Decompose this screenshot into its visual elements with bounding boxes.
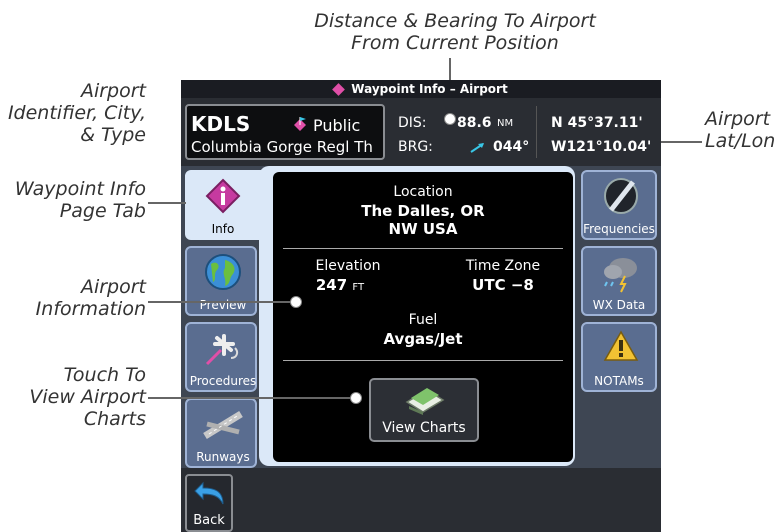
header-divider xyxy=(536,106,537,158)
leader-line xyxy=(148,301,296,303)
content-area: Info Preview Procedures Runways Frequenc… xyxy=(181,166,661,532)
bottom-bar: Back xyxy=(181,468,661,532)
elevation-unit: FT xyxy=(352,282,365,293)
fuel-label: Fuel xyxy=(408,312,438,328)
back-label: Back xyxy=(193,513,225,528)
frequencies-icon xyxy=(604,178,638,214)
tab-label: WX Data xyxy=(592,298,646,312)
bearing-label: BRG: xyxy=(398,139,433,155)
info-diamond-icon xyxy=(205,178,241,214)
tab-runways[interactable]: Runways xyxy=(185,398,257,468)
globe-icon xyxy=(205,254,241,290)
leader-dot xyxy=(444,113,456,125)
callout-identifier: Airport Identifier, City, & Type xyxy=(0,80,146,146)
callout-line: Lat/Lon xyxy=(705,130,776,152)
back-button[interactable]: Back xyxy=(185,474,233,532)
fuel-value: Avgas/Jet xyxy=(383,330,463,348)
device-screen: Waypoint Info – Airport KDLS Public Colu… xyxy=(181,80,661,532)
leader-line xyxy=(660,141,702,143)
timezone-value: UTC −8 xyxy=(472,276,534,294)
tab-frequencies[interactable]: Frequencies xyxy=(581,170,657,240)
tab-label: Info xyxy=(211,222,235,236)
elevation-label: Elevation xyxy=(315,258,381,274)
callout-line: Airport xyxy=(80,80,146,102)
title-bar: Waypoint Info – Airport xyxy=(181,80,661,98)
callout-line: Waypoint Info xyxy=(14,178,146,200)
elevation-number: 247 xyxy=(315,276,348,294)
tab-label: NOTAMs xyxy=(594,374,644,388)
callout-line: Distance & Bearing To Airport xyxy=(314,10,596,32)
tab-label: Runways xyxy=(196,450,250,464)
callout-airport-info: Airport Information xyxy=(0,276,146,320)
location-city: The Dalles, OR xyxy=(361,202,485,220)
airport-ident: KDLS xyxy=(191,112,251,136)
callout-info-tab: Waypoint Info Page Tab xyxy=(0,178,146,222)
leader-dot xyxy=(290,296,302,308)
airport-diamond-icon xyxy=(332,83,346,96)
location-label: Location xyxy=(393,184,453,200)
distance-unit: NM xyxy=(497,118,514,129)
leader-line xyxy=(148,397,356,399)
public-airport-icon xyxy=(294,117,306,131)
divider xyxy=(283,360,563,361)
page-title: Waypoint Info – Airport xyxy=(351,82,508,96)
callout-line: Airport xyxy=(705,108,771,130)
distance-value: 88.6 xyxy=(457,115,492,131)
callout-distance-bearing: Distance & Bearing To Airport From Curre… xyxy=(300,10,610,54)
callout-line: Airport xyxy=(80,276,146,298)
weather-cloud-icon xyxy=(604,258,637,293)
timezone-label: Time Zone xyxy=(465,258,541,274)
distance-label: DIS: xyxy=(398,115,427,131)
tab-wx-data[interactable]: WX Data xyxy=(581,246,657,316)
longitude: W121°10.04' xyxy=(551,139,652,155)
bearing-value: 044° xyxy=(493,139,530,155)
view-charts-label: View Charts xyxy=(382,420,466,436)
elevation-value: 247 FT xyxy=(295,276,385,294)
callout-line: Charts xyxy=(83,408,146,430)
callout-line: View Airport xyxy=(29,386,146,408)
charts-icon xyxy=(405,388,445,415)
latitude: N 45°37.11' xyxy=(551,115,643,131)
callout-line: & Type xyxy=(80,124,146,146)
airport-name: Columbia Gorge Regl Th xyxy=(191,138,373,156)
airport-type: Public xyxy=(313,116,361,135)
callout-line: Identifier, City, xyxy=(7,102,146,124)
view-charts-button[interactable]: View Charts xyxy=(369,378,479,442)
tab-preview[interactable]: Preview xyxy=(185,246,257,316)
airport-info-panel: Location The Dalles, OR NW USA Elevation… xyxy=(273,172,573,462)
tab-info[interactable]: Info xyxy=(185,170,285,240)
callout-latlon: Airport Lat/Lon xyxy=(705,108,775,152)
tab-label: Frequencies xyxy=(583,222,655,236)
tab-label: Procedures xyxy=(189,374,257,388)
tab-procedures[interactable]: Procedures xyxy=(185,322,257,392)
bearing-arrow-icon xyxy=(470,143,484,153)
leader-dot xyxy=(350,392,362,404)
callout-line: Information xyxy=(35,298,146,320)
callout-charts: Touch To View Airport Charts xyxy=(0,364,146,430)
leader-line xyxy=(148,202,186,204)
divider xyxy=(283,248,563,249)
waypoint-header: KDLS Public Columbia Gorge Regl Th DIS: … xyxy=(181,98,661,166)
callout-line: Page Tab xyxy=(59,200,146,222)
airplane-procedure-icon xyxy=(205,334,239,366)
callout-line: Touch To xyxy=(63,364,146,386)
airport-identifier-button[interactable]: KDLS Public Columbia Gorge Regl Th xyxy=(185,104,385,160)
location-region: NW USA xyxy=(388,220,458,238)
runway-icon xyxy=(203,411,243,439)
back-arrow-icon xyxy=(194,481,224,505)
callout-line: From Current Position xyxy=(351,32,559,54)
notam-warning-icon xyxy=(603,330,639,361)
tab-notams[interactable]: NOTAMs xyxy=(581,322,657,392)
